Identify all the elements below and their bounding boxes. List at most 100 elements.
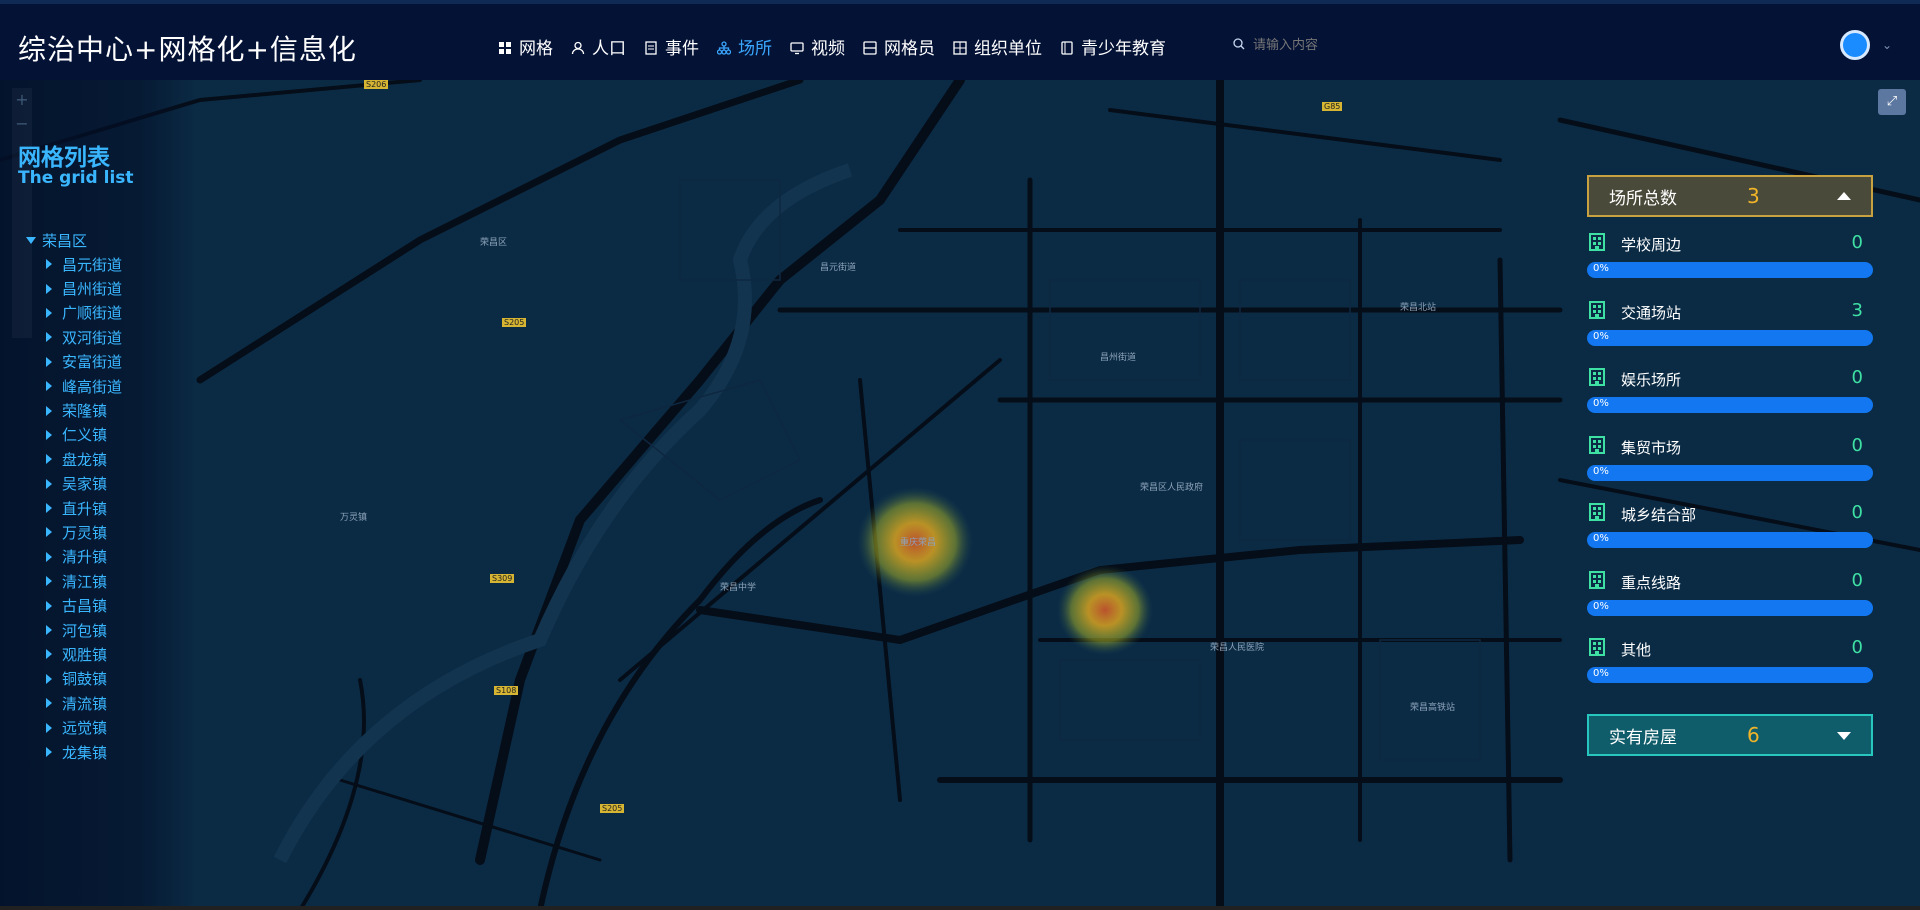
tree-item-label: 古昌镇 bbox=[62, 597, 108, 616]
building-icon bbox=[1589, 570, 1605, 589]
tree-item[interactable]: 远觉镇 bbox=[26, 715, 122, 739]
category-count: 0 bbox=[1851, 569, 1863, 591]
tree-item[interactable]: 峰高街道 bbox=[26, 374, 122, 398]
category-count: 0 bbox=[1851, 637, 1863, 658]
category-count: 0 bbox=[1851, 434, 1863, 456]
fullscreen-button[interactable]: ⤢ bbox=[1878, 89, 1906, 115]
progress-percent: 0% bbox=[1593, 600, 1609, 612]
nav-item-youth-education[interactable]: 青少年教育 bbox=[1060, 34, 1166, 59]
place-category[interactable]: 交通场站 3 0% bbox=[1587, 285, 1873, 353]
places-panel-header[interactable]: 场所总数 3 bbox=[1587, 175, 1873, 217]
nav-item-organizations[interactable]: 组织单位 bbox=[953, 34, 1042, 59]
caret-right-icon bbox=[46, 478, 52, 489]
building-icon bbox=[1589, 435, 1605, 454]
chevron-down-icon[interactable]: ⌄ bbox=[1882, 38, 1892, 52]
tree-item[interactable]: 清流镇 bbox=[26, 691, 122, 715]
map-label: 荣昌高铁站 bbox=[1410, 703, 1456, 713]
search-input[interactable] bbox=[1251, 37, 1361, 54]
search-box[interactable] bbox=[1233, 37, 1361, 54]
tree-item-label: 峰高街道 bbox=[62, 377, 123, 396]
caret-right-icon bbox=[46, 600, 52, 611]
caret-right-icon bbox=[46, 381, 52, 392]
road-shield: G85 bbox=[1322, 102, 1343, 111]
tree-item[interactable]: 盘龙镇 bbox=[26, 447, 122, 471]
nav-item-label: 组织单位 bbox=[974, 39, 1042, 59]
tree-item[interactable]: 河包镇 bbox=[26, 618, 122, 642]
category-label: 重点线路 bbox=[1621, 573, 1682, 592]
nav-item-label: 视频 bbox=[811, 39, 845, 59]
caret-right-icon bbox=[46, 283, 52, 294]
zoom-in-icon[interactable]: + bbox=[12, 88, 32, 112]
category-progress-bar: 0% bbox=[1587, 464, 1873, 481]
tree-item[interactable]: 昌元街道 bbox=[26, 252, 122, 276]
road-shield: S108 bbox=[494, 686, 519, 695]
tree-item[interactable]: 观胜镇 bbox=[26, 642, 122, 666]
grid-list-subtitle: The grid list bbox=[18, 168, 134, 188]
monitor-icon bbox=[790, 40, 804, 54]
building-icon bbox=[1589, 233, 1605, 251]
tree-item-label: 安富街道 bbox=[62, 353, 123, 372]
caret-right-icon bbox=[46, 527, 52, 538]
place-category[interactable]: 重点线路 0 0% bbox=[1587, 555, 1873, 623]
place-category[interactable]: 学校周边 0 0% bbox=[1587, 217, 1873, 285]
tree-item-label: 广顺街道 bbox=[62, 304, 123, 323]
caret-right-icon bbox=[46, 747, 52, 757]
places-panel-title: 场所总数 bbox=[1609, 188, 1677, 209]
caret-down-icon[interactable] bbox=[1837, 732, 1851, 740]
place-category[interactable]: 其他 0 0% bbox=[1587, 622, 1873, 690]
tree-item-label: 双河街道 bbox=[62, 328, 123, 347]
road-shield: S205 bbox=[502, 318, 527, 327]
building-icon bbox=[1589, 300, 1605, 319]
tree-item[interactable]: 双河街道 bbox=[26, 325, 122, 349]
map-label: 荣昌区 bbox=[480, 238, 508, 248]
nav-item-grid-staff[interactable]: 网格员 bbox=[863, 34, 935, 59]
map-label: 荣昌人民医院 bbox=[1210, 643, 1265, 653]
search-icon bbox=[1233, 37, 1245, 54]
caret-right-icon bbox=[46, 454, 52, 465]
tree-item[interactable]: 龙集镇 bbox=[26, 740, 122, 764]
nav-item-events[interactable]: 事件 bbox=[644, 34, 699, 59]
housing-panel-header[interactable]: 实有房屋 6 bbox=[1587, 714, 1873, 756]
tree-item[interactable]: 古昌镇 bbox=[26, 593, 122, 617]
nav-item-population[interactable]: 人口 bbox=[571, 34, 626, 59]
tree-item[interactable]: 仁义镇 bbox=[26, 423, 122, 447]
tree-root-node[interactable]: 荣昌区 bbox=[26, 228, 122, 252]
category-count: 3 bbox=[1851, 299, 1863, 321]
places-total-count: 3 bbox=[1747, 184, 1760, 208]
nav-item-places[interactable]: 场所 bbox=[716, 34, 772, 59]
nav-item-label: 事件 bbox=[665, 39, 699, 59]
place-category[interactable]: 娱乐场所 0 0% bbox=[1587, 352, 1873, 420]
id-card-icon bbox=[863, 40, 877, 55]
tree-item-label: 仁义镇 bbox=[62, 426, 108, 445]
map-label: 荣昌区人民政府 bbox=[1140, 483, 1204, 493]
tree-item[interactable]: 铜鼓镇 bbox=[26, 667, 122, 691]
tree-item-label: 盘龙镇 bbox=[62, 450, 108, 469]
road-shield: S205 bbox=[600, 804, 625, 813]
progress-percent: 0% bbox=[1593, 330, 1609, 342]
tree-item-label: 龙集镇 bbox=[62, 743, 108, 762]
tree-item[interactable]: 安富街道 bbox=[26, 350, 122, 374]
tree-item[interactable]: 广顺街道 bbox=[26, 301, 122, 325]
nav-item-label: 网格员 bbox=[884, 39, 935, 59]
nav-item-video[interactable]: 视频 bbox=[790, 34, 845, 59]
zoom-out-icon[interactable]: − bbox=[12, 112, 32, 136]
horizontal-scrollbar[interactable] bbox=[0, 906, 1920, 910]
user-avatar-icon[interactable] bbox=[1840, 30, 1870, 60]
caret-right-icon bbox=[46, 307, 52, 318]
tree-item[interactable]: 昌州街道 bbox=[26, 276, 122, 300]
category-count: 0 bbox=[1851, 367, 1863, 388]
category-label: 交通场站 bbox=[1621, 303, 1682, 322]
grid-list-title: 网格列表 bbox=[18, 145, 110, 171]
nav-item-grid[interactable]: 网格 bbox=[498, 34, 553, 59]
tree-item[interactable]: 直升镇 bbox=[26, 496, 122, 520]
tree-item[interactable]: 吴家镇 bbox=[26, 472, 122, 496]
caret-up-icon[interactable] bbox=[1837, 192, 1851, 200]
tree-item[interactable]: 荣隆镇 bbox=[26, 398, 122, 422]
tree-item[interactable]: 清江镇 bbox=[26, 569, 122, 593]
place-category[interactable]: 集贸市场 0 0% bbox=[1587, 420, 1873, 488]
tree-item-label: 万灵镇 bbox=[62, 523, 108, 542]
tree-item[interactable]: 清升镇 bbox=[26, 545, 122, 569]
place-category[interactable]: 城乡结合部 0 0% bbox=[1587, 487, 1873, 555]
category-progress-bar: 0% bbox=[1587, 262, 1873, 278]
tree-item[interactable]: 万灵镇 bbox=[26, 520, 122, 544]
